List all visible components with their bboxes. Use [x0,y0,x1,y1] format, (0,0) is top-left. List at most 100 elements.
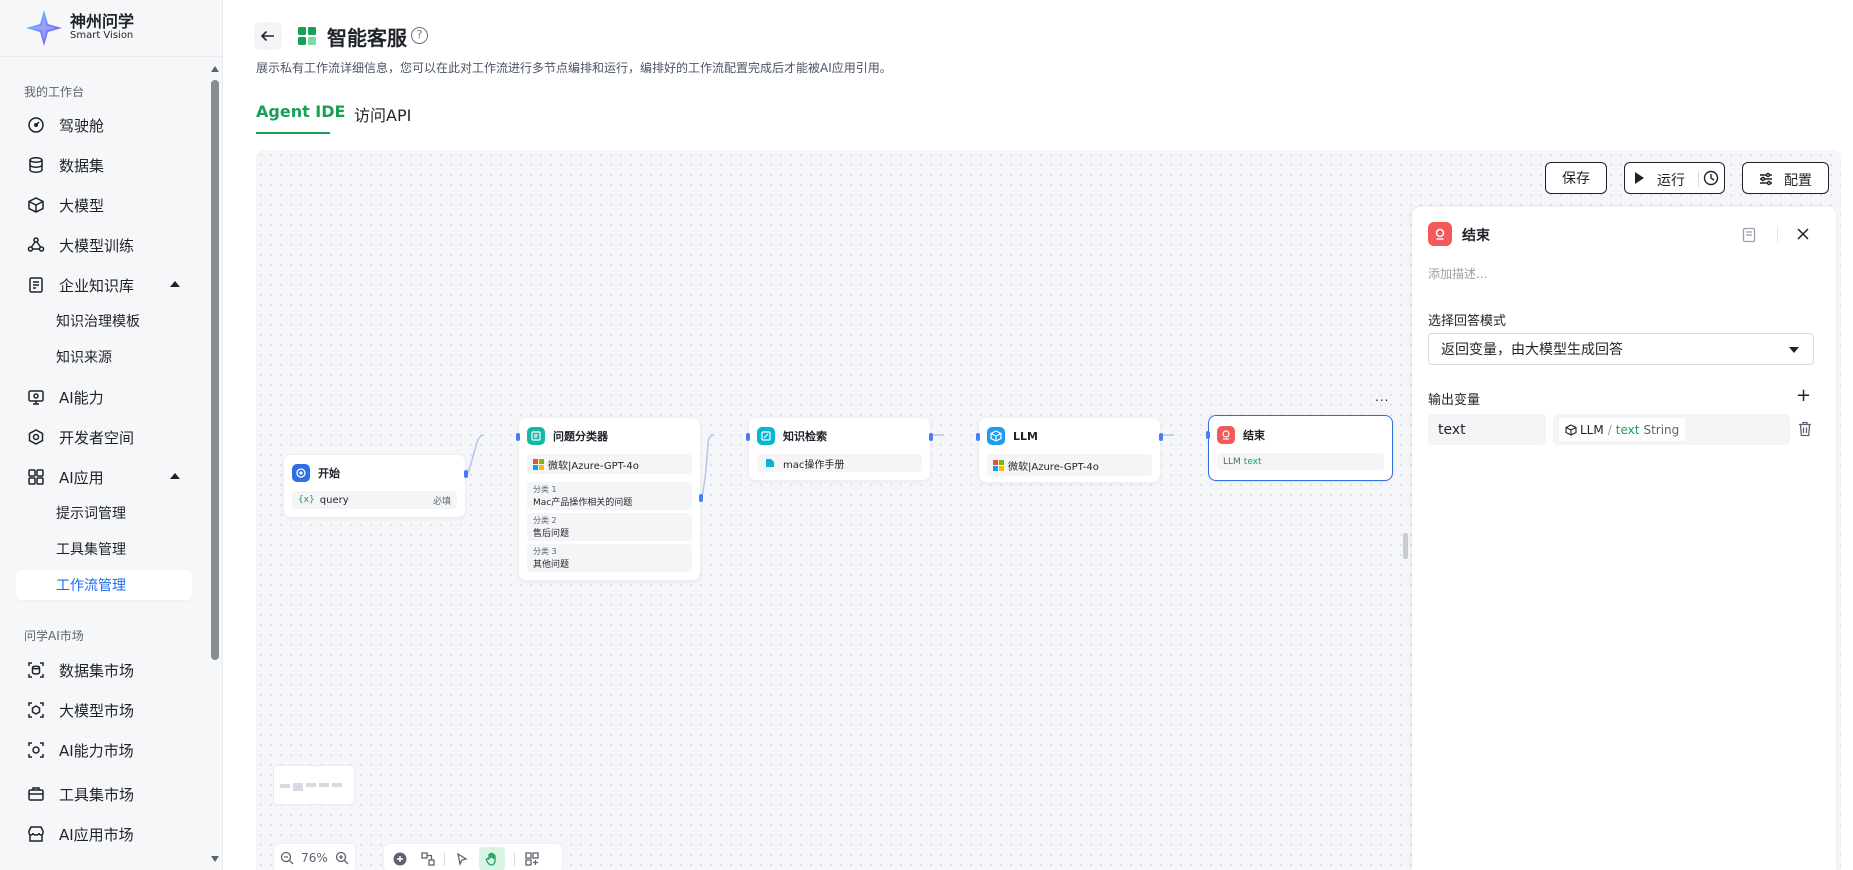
node-knowledge-retrieval[interactable]: 知识检索 mac操作手册 [746,417,933,481]
dashboard-icon [26,115,46,135]
start-var-row: {x} query 必填 [292,491,457,509]
developer-icon [26,427,46,447]
document-icon[interactable] [1742,227,1756,243]
layout-grid-icon[interactable] [525,852,539,866]
sidebar-item-app-market[interactable]: AI应用市场 [16,818,192,850]
tab-api[interactable]: 访问API [354,102,411,126]
run-button-group: 运行 [1624,162,1725,194]
minimap[interactable] [273,765,355,805]
sidebar-item-dataset[interactable]: 数据集 [16,149,192,181]
hand-tool-button[interactable] [479,847,505,870]
divider [1777,226,1778,242]
sidebar-item-model-market[interactable]: 大模型市场 [16,694,192,726]
input-port[interactable] [976,433,980,441]
more-options-icon[interactable]: ... [1375,390,1389,404]
sidebar-item-label: 工具集市场 [59,785,135,804]
tab-agent-ide[interactable]: Agent IDE [256,102,345,121]
description-input[interactable]: 添加描述... [1428,265,1487,282]
config-button-label: 配置 [1784,173,1812,189]
zoom-in-icon[interactable] [335,851,349,865]
auto-layout-icon[interactable] [421,852,435,866]
sidebar-item-label: 数据集市场 [59,661,135,680]
pointer-icon[interactable] [455,852,469,866]
sidebar-item-developer[interactable]: 开发者空间 [16,421,192,453]
output-port[interactable] [464,470,468,478]
toolbox-market-icon [26,784,46,804]
input-port[interactable] [746,433,750,441]
back-button[interactable] [254,22,282,50]
input-port[interactable] [1206,431,1210,439]
sidebar-sub-toolset[interactable]: 工具集管理 [16,534,192,564]
microsoft-logo-icon [533,458,544,470]
class-label: 分类 3 [533,547,557,556]
sidebar-item-knowledge-base[interactable]: 企业知识库 [16,269,192,301]
logo-name: 神州问学 [70,12,135,32]
node-classifier[interactable]: 问题分类器 微软|Azure-GPT-4o 分类 1 Mac产品操作相关的问题 … [516,417,703,581]
run-history-icon[interactable] [1703,170,1719,186]
divider [514,852,515,866]
output-port[interactable] [699,494,703,502]
llm-node-icon [987,427,1005,445]
book-icon [766,459,774,467]
output-port[interactable] [1159,433,1163,441]
sidebar-item-training[interactable]: 大模型训练 [16,229,192,261]
sidebar-nav: 我的工作台 驾驶舱 数据集 大模型 大模型训练 企业知识库 知识治理模板 知识来… [0,56,208,870]
save-button[interactable]: 保存 [1545,162,1607,194]
sidebar-item-dataset-market[interactable]: 数据集市场 [16,654,192,686]
play-icon[interactable] [1635,172,1644,184]
start-var-name: query [319,494,349,506]
scroll-thumb[interactable] [211,80,219,660]
help-icon[interactable]: ? [411,27,428,44]
node-start[interactable]: 开始 {x} query 必填 [283,454,468,518]
sidebar-item-dashboard[interactable]: 驾驶舱 [16,109,192,141]
sidebar-item-toolbox-market[interactable]: 工具集市场 [16,778,192,810]
page-description: 展示私有工作流详细信息，您可以在此对工作流进行多节点编排和运行，编排好的工作流配… [256,61,892,75]
end-node-icon [1428,222,1452,246]
chevron-up-icon[interactable] [170,281,180,287]
config-button[interactable]: 配置 [1742,162,1829,194]
logo[interactable]: 神州问学 Smart Vision [24,8,134,48]
zoom-out-icon[interactable] [280,851,294,865]
node-llm[interactable]: LLM 微软|Azure-GPT-4o [976,417,1163,483]
node-title: 开始 [318,467,340,480]
sidebar-sub-knowledge-template[interactable]: 知识治理模板 [16,306,192,336]
end-var-row: LLM text [1217,453,1384,470]
chevron-up-icon[interactable] [170,473,180,479]
sidebar-sub-workflow[interactable]: 工作流管理 [16,570,192,600]
zoom-level: 76% [301,851,328,865]
panel-resize-handle[interactable] [1403,533,1408,559]
sidebar-sub-knowledge-source[interactable]: 知识来源 [16,342,192,372]
sidebar-item-ai-ability[interactable]: AI能力 [16,381,192,413]
retrieval-kb-name: mac操作手册 [783,459,845,471]
section-label-workspace: 我的工作台 [24,85,85,99]
minimap-node [280,784,290,788]
sidebar-item-model[interactable]: 大模型 [16,189,192,221]
node-end[interactable]: 结束 LLM text [1206,415,1393,481]
chevron-down-icon [1789,347,1799,353]
trash-icon[interactable] [1798,421,1812,437]
input-port[interactable] [516,433,520,441]
edge-start-classifier [467,434,485,474]
sidebar-scrollbar[interactable] [208,56,222,870]
scroll-down-icon[interactable] [211,856,219,862]
sidebar-sub-prompt[interactable]: 提示词管理 [16,498,192,528]
sidebar-item-ai-market[interactable]: AI能力市场 [16,734,192,766]
output-variable-name[interactable]: text [1428,414,1546,445]
sidebar-item-ai-app[interactable]: AI应用 [16,461,192,493]
output-port[interactable] [929,433,933,441]
node-properties-panel: 结束 添加描述... 选择回答模式 返回变量，由大模型生成回答 输出变量 + t… [1412,207,1836,870]
tab-underline [256,132,330,134]
close-icon[interactable] [1796,227,1810,241]
workflow-app-icon [298,27,316,45]
scroll-up-icon[interactable] [211,66,219,72]
classifier-model-name: 微软|Azure-GPT-4o [548,460,639,472]
output-variable-reference[interactable]: LLM / text String [1553,414,1790,445]
database-icon [26,155,46,175]
add-node-icon[interactable] [393,852,407,866]
add-variable-button[interactable]: + [1796,385,1811,406]
page-title: 智能客服 [327,26,407,50]
answer-mode-select[interactable]: 返回变量，由大模型生成回答 [1428,333,1814,365]
class-label: 分类 2 [533,516,557,525]
sidebar-item-label: 企业知识库 [59,276,135,295]
run-button[interactable]: 运行 [1657,170,1685,190]
